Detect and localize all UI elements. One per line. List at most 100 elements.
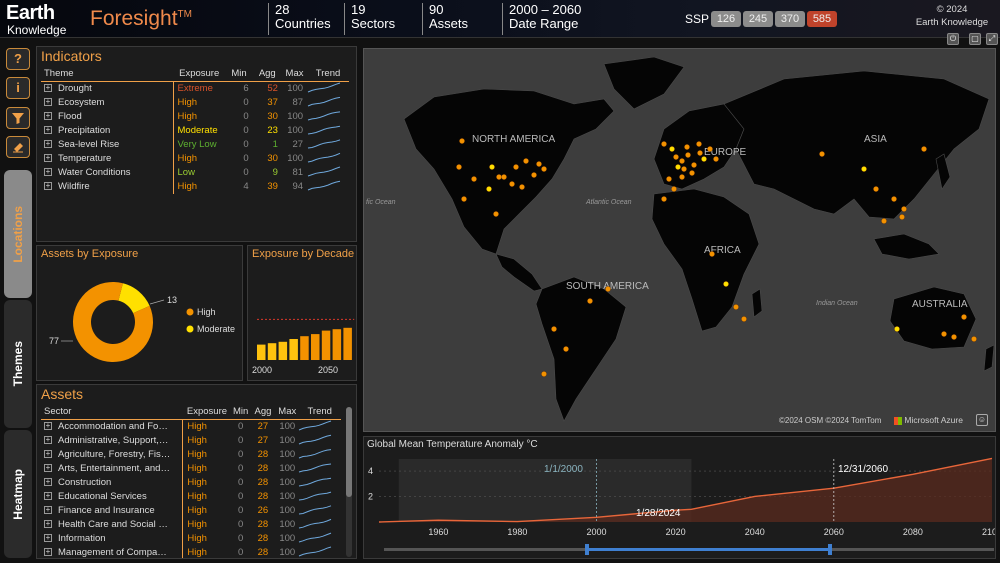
decade-bar[interactable]: [267, 343, 277, 360]
range-slider-end-handle[interactable]: [828, 544, 832, 555]
decade-bar[interactable]: [289, 339, 298, 360]
asset-marker[interactable]: [873, 186, 879, 192]
asset-marker[interactable]: [741, 316, 747, 322]
asset-row[interactable]: + Administrative, Support,… High 0 27 100: [41, 433, 341, 448]
asset-marker[interactable]: [675, 164, 681, 170]
expand-row-icon[interactable]: +: [44, 84, 52, 93]
range-slider-start-handle[interactable]: [585, 544, 589, 555]
expand-row-icon[interactable]: +: [44, 520, 52, 529]
tab-locations[interactable]: Locations: [4, 170, 32, 298]
indicator-row[interactable]: + Flood High 0 30 100: [41, 109, 349, 124]
decade-bar[interactable]: [300, 336, 309, 360]
asset-row[interactable]: + Finance and Insurance High 0 26 100: [41, 503, 341, 518]
indicator-row[interactable]: + Precipitation Moderate 0 23 100: [41, 123, 349, 138]
expand-row-icon[interactable]: +: [44, 98, 52, 107]
asset-row[interactable]: + Health Care and Social … High 0 28 100: [41, 517, 341, 532]
asset-marker[interactable]: [523, 158, 529, 164]
asset-marker[interactable]: [541, 166, 547, 172]
asset-marker[interactable]: [679, 158, 685, 164]
asset-marker[interactable]: [921, 146, 927, 152]
decade-bar[interactable]: [321, 330, 331, 360]
col-exposure[interactable]: Exposure: [182, 405, 232, 420]
world-map[interactable]: NORTH AMERICA EUROPE ASIA AFRICA SOUTH A…: [363, 48, 996, 432]
asset-marker[interactable]: [861, 166, 867, 172]
col-agg[interactable]: Agg: [252, 67, 282, 82]
expand-row-icon[interactable]: +: [44, 436, 52, 445]
asset-marker[interactable]: [709, 251, 715, 257]
asset-marker[interactable]: [456, 164, 462, 170]
asset-row[interactable]: + Management of Compa… High 0 28 100: [41, 545, 341, 558]
asset-marker[interactable]: [701, 156, 707, 162]
asset-marker[interactable]: [531, 172, 537, 178]
assets-scrollbar[interactable]: [346, 407, 352, 557]
asset-marker[interactable]: [819, 151, 825, 157]
expand-row-icon[interactable]: +: [44, 112, 52, 121]
asset-marker[interactable]: [496, 174, 502, 180]
asset-marker[interactable]: [689, 170, 695, 176]
eraser-icon[interactable]: [6, 136, 30, 158]
asset-marker[interactable]: [684, 144, 690, 150]
range-slider-track[interactable]: [384, 544, 994, 555]
map-canvas[interactable]: NORTH AMERICA EUROPE ASIA AFRICA SOUTH A…: [364, 49, 996, 432]
asset-row[interactable]: + Agriculture, Forestry, Fis… High 0 28 100: [41, 447, 341, 462]
ssp-126-button[interactable]: 126: [711, 11, 741, 27]
decade-bar[interactable]: [311, 334, 320, 360]
tab-themes[interactable]: Themes: [4, 300, 32, 428]
expand-row-icon[interactable]: +: [44, 450, 52, 459]
indicator-row[interactable]: + Sea-level Rise Very Low 0 1 27: [41, 137, 349, 152]
asset-marker[interactable]: [493, 211, 499, 217]
col-max[interactable]: Max: [276, 405, 299, 420]
asset-marker[interactable]: [536, 161, 542, 167]
earth-knowledge-logo[interactable]: Earth Knowledge: [4, 2, 74, 37]
asset-marker[interactable]: [679, 174, 685, 180]
col-trend[interactable]: Trend: [307, 67, 349, 82]
asset-marker[interactable]: [513, 164, 519, 170]
expand-row-icon[interactable]: +: [44, 154, 52, 163]
decade-bar[interactable]: [332, 329, 342, 360]
asset-marker[interactable]: [666, 176, 672, 182]
expand-icon[interactable]: ⤢: [986, 33, 998, 45]
asset-marker[interactable]: [519, 184, 525, 190]
indicator-row[interactable]: + Ecosystem High 0 37 87: [41, 95, 349, 110]
asset-marker[interactable]: [899, 214, 905, 220]
map-feedback-icon[interactable]: ☺: [976, 414, 988, 426]
expand-row-icon[interactable]: +: [44, 464, 52, 473]
asset-row[interactable]: + Accommodation and Fo… High 0 27 100: [41, 419, 341, 434]
fullscreen-icon[interactable]: ▢: [969, 33, 981, 45]
asset-marker[interactable]: [661, 196, 667, 202]
indicator-row[interactable]: + Drought Extreme 6 52 100: [41, 81, 349, 96]
asset-marker[interactable]: [891, 196, 897, 202]
power-icon[interactable]: ⏻: [947, 33, 959, 45]
indicator-row[interactable]: + Wildfire High 4 39 94: [41, 179, 349, 194]
asset-marker[interactable]: [489, 164, 495, 170]
col-min[interactable]: Min: [231, 405, 250, 420]
asset-marker[interactable]: [685, 152, 691, 158]
asset-marker[interactable]: [707, 146, 713, 152]
stat-date-range[interactable]: 2000 – 2060 Date Range: [502, 3, 581, 35]
tab-heatmap[interactable]: Heatmap: [4, 430, 32, 558]
expand-row-icon[interactable]: +: [44, 534, 52, 543]
col-agg[interactable]: Agg: [249, 405, 277, 420]
asset-marker[interactable]: [671, 186, 677, 192]
asset-row[interactable]: + Information High 0 28 100: [41, 531, 341, 546]
asset-marker[interactable]: [733, 304, 739, 310]
help-icon[interactable]: ?: [6, 48, 30, 70]
asset-marker[interactable]: [723, 281, 729, 287]
decade-bar[interactable]: [278, 341, 288, 360]
asset-marker[interactable]: [697, 150, 703, 156]
asset-marker[interactable]: [541, 371, 547, 377]
ssp-245-button[interactable]: 245: [743, 11, 773, 27]
asset-marker[interactable]: [486, 186, 492, 192]
expand-row-icon[interactable]: +: [44, 492, 52, 501]
indicator-row[interactable]: + Temperature High 0 30 100: [41, 151, 349, 166]
filter-icon[interactable]: [6, 107, 30, 129]
col-theme[interactable]: Theme: [41, 67, 173, 82]
col-exposure[interactable]: Exposure: [173, 67, 226, 82]
col-sector[interactable]: Sector: [41, 405, 183, 420]
range-slider-selection[interactable]: [587, 548, 830, 551]
col-max[interactable]: Max: [281, 67, 308, 82]
asset-marker[interactable]: [563, 346, 569, 352]
asset-marker[interactable]: [691, 162, 697, 168]
col-trend[interactable]: Trend: [298, 405, 341, 420]
asset-marker[interactable]: [661, 141, 667, 147]
